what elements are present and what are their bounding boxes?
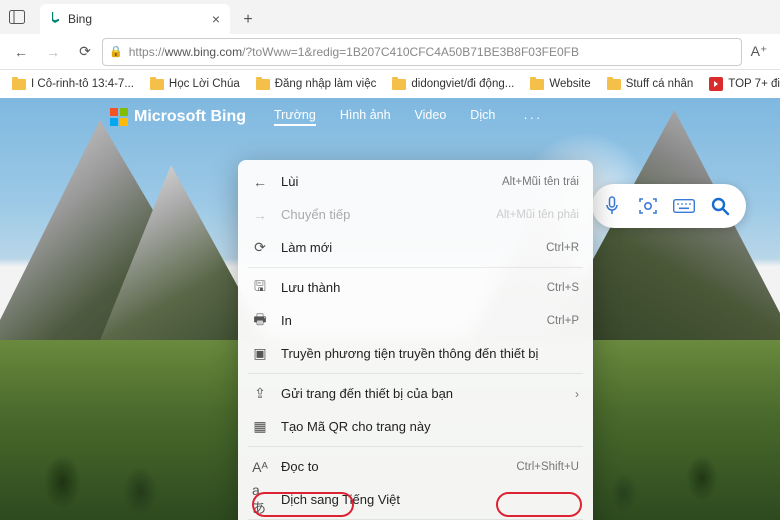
bookmark-label: I Cô-rinh-tô 13:4-7... xyxy=(31,78,134,90)
bing-more-icon[interactable]: ··· xyxy=(523,110,542,125)
context-menu-item[interactable]: 🖶 In Ctrl+P xyxy=(238,304,593,337)
bing-logo-text: Microsoft Bing xyxy=(134,108,246,126)
chevron-right-icon: › xyxy=(575,387,579,401)
context-menu-item[interactable]: ← Lùi Alt+Mũi tên trái xyxy=(238,165,593,198)
back-button[interactable]: ← xyxy=(6,37,36,67)
bookmark-label: didongviet/đi động... xyxy=(411,78,514,90)
bookmark-label: Đăng nhập làm việc xyxy=(275,78,377,90)
bookmarks-bar: I Cô-rinh-tô 13:4-7... Học Lời Chúa Đăng n… xyxy=(0,70,780,98)
context-menu-icon: 🖫 xyxy=(252,280,268,296)
context-menu-icon: ⇪ xyxy=(252,386,268,402)
toolbar: ← → ⟳ 🔒 https://www.bing.com/?toWww=1&re… xyxy=(0,34,780,70)
page-viewport: Microsoft Bing Trường Hình ảnh Video Dịch ·… xyxy=(0,98,780,520)
context-menu-item[interactable]: ⇪ Gửi trang đến thiết bị của bạn › xyxy=(238,377,593,410)
bookmark-item[interactable]: didongviet/đi động... xyxy=(386,76,520,92)
context-menu-label: Lùi xyxy=(281,174,489,189)
bing-nav: Trường Hình ảnh Video Dịch xyxy=(274,108,495,126)
context-menu-icon: 🖶 xyxy=(252,313,268,329)
context-menu-item: → Chuyển tiếp Alt+Mũi tên phải xyxy=(238,198,593,231)
microsoft-logo-icon xyxy=(110,108,128,126)
context-menu-item[interactable]: 🖫 Lưu thành Ctrl+S xyxy=(238,271,593,304)
bookmark-item[interactable]: TOP 7+ điện thoại... xyxy=(703,75,780,93)
context-menu-icon: aあ xyxy=(252,492,268,508)
tab-title: Bing xyxy=(68,12,92,26)
context-menu-shortcut: Alt+Mũi tên phải xyxy=(496,209,579,221)
context-menu-icon: ▣ xyxy=(252,346,268,362)
context-menu-label: Chuyển tiếp xyxy=(281,207,483,222)
bing-nav-item[interactable]: Video xyxy=(415,108,447,126)
tab-overview-button[interactable] xyxy=(0,0,34,34)
bing-logo[interactable]: Microsoft Bing xyxy=(110,108,246,126)
context-menu-shortcut: Ctrl+Shift+U xyxy=(516,461,579,473)
folder-icon xyxy=(150,79,164,90)
context-menu-shortcut: Ctrl+P xyxy=(547,315,579,327)
url-host: www.bing.com xyxy=(165,45,242,59)
bookmark-label: Học Lời Chúa xyxy=(169,78,240,90)
browser-tab[interactable]: Bing × xyxy=(40,4,230,34)
context-menu-icon: Aᴬ xyxy=(252,459,268,475)
folder-icon xyxy=(607,79,621,90)
bookmark-item[interactable]: Đăng nhập làm việc xyxy=(250,76,383,92)
bookmark-label: Website xyxy=(549,78,590,90)
folder-icon xyxy=(256,79,270,90)
folder-icon xyxy=(12,79,26,90)
reload-button[interactable]: ⟳ xyxy=(70,37,100,67)
site-icon xyxy=(709,77,723,91)
context-menu-label: Đọc to xyxy=(281,459,503,474)
context-menu-label: Dịch sang Tiếng Việt xyxy=(281,492,579,507)
context-menu-item[interactable]: ▦ Tạo Mã QR cho trang này xyxy=(238,410,593,443)
new-tab-button[interactable]: + xyxy=(234,6,262,34)
forward-button: → xyxy=(38,37,68,67)
context-menu-separator xyxy=(248,446,583,447)
context-menu-item[interactable]: ▣ Truyền phương tiện truyền thông đến thi… xyxy=(238,337,593,370)
url-path: /?toWww=1&redig=1B207C410CFC4A50B71BE3B8… xyxy=(242,45,579,59)
lens-icon[interactable] xyxy=(636,194,660,218)
context-menu-separator xyxy=(248,373,583,374)
lock-icon: 🔒 xyxy=(109,45,123,58)
context-menu-icon: ← xyxy=(252,174,268,190)
context-menu-label: Tạo Mã QR cho trang này xyxy=(281,419,579,434)
context-menu-label: Làm mới xyxy=(281,240,533,255)
context-menu-label: Gửi trang đến thiết bị của bạn xyxy=(281,386,562,401)
search-icon[interactable] xyxy=(708,194,732,218)
bookmark-item[interactable]: Website xyxy=(524,76,596,92)
bing-nav-item[interactable]: Trường xyxy=(274,108,316,126)
context-menu-icon: ⟳ xyxy=(252,240,268,256)
tab-close-icon[interactable]: × xyxy=(212,11,220,27)
bing-nav-item[interactable]: Dịch xyxy=(470,108,495,126)
context-menu-shortcut: Ctrl+S xyxy=(547,282,579,294)
folder-icon xyxy=(392,79,406,90)
bookmark-item[interactable]: Học Lời Chúa xyxy=(144,76,246,92)
context-menu-item[interactable]: aあ Dịch sang Tiếng Việt xyxy=(238,483,593,516)
context-menu-icon: → xyxy=(252,207,268,223)
address-bar[interactable]: 🔒 https://www.bing.com/?toWww=1&redig=1B… xyxy=(102,38,742,66)
search-box-right[interactable] xyxy=(592,184,746,228)
keyboard-icon[interactable] xyxy=(672,194,696,218)
bookmark-item[interactable]: I Cô-rinh-tô 13:4-7... xyxy=(6,76,140,92)
context-menu-label: Truyền phương tiện truyền thông đến thiế… xyxy=(281,346,579,361)
bookmark-label: Stuff cá nhân xyxy=(626,78,694,90)
bookmark-item[interactable]: Stuff cá nhân xyxy=(601,76,700,92)
title-bar: Bing × + xyxy=(0,0,780,34)
context-menu-item[interactable]: Aᴬ Đọc to Ctrl+Shift+U xyxy=(238,450,593,483)
context-menu-item[interactable]: ⟳ Làm mới Ctrl+R xyxy=(238,231,593,264)
context-menu-shortcut: Ctrl+R xyxy=(546,242,579,254)
context-menu-label: Lưu thành xyxy=(281,280,534,295)
context-menu: ← Lùi Alt+Mũi tên trái → Chuyển tiếp Alt+Mũi … xyxy=(238,160,593,520)
context-menu-separator xyxy=(248,267,583,268)
bing-nav-item[interactable]: Hình ảnh xyxy=(340,108,391,126)
read-aloud-icon[interactable]: A⁺ xyxy=(744,37,774,67)
context-menu-label: In xyxy=(281,313,534,328)
bing-favicon-icon xyxy=(48,12,62,26)
bing-header: Microsoft Bing Trường Hình ảnh Video Dịch ·… xyxy=(110,108,542,126)
bookmark-label: TOP 7+ điện thoại... xyxy=(728,78,780,90)
mic-icon[interactable] xyxy=(600,194,624,218)
url-proto: https:// xyxy=(129,45,165,59)
folder-icon xyxy=(530,79,544,90)
context-menu-icon: ▦ xyxy=(252,419,268,435)
context-menu-shortcut: Alt+Mũi tên trái xyxy=(502,176,579,188)
